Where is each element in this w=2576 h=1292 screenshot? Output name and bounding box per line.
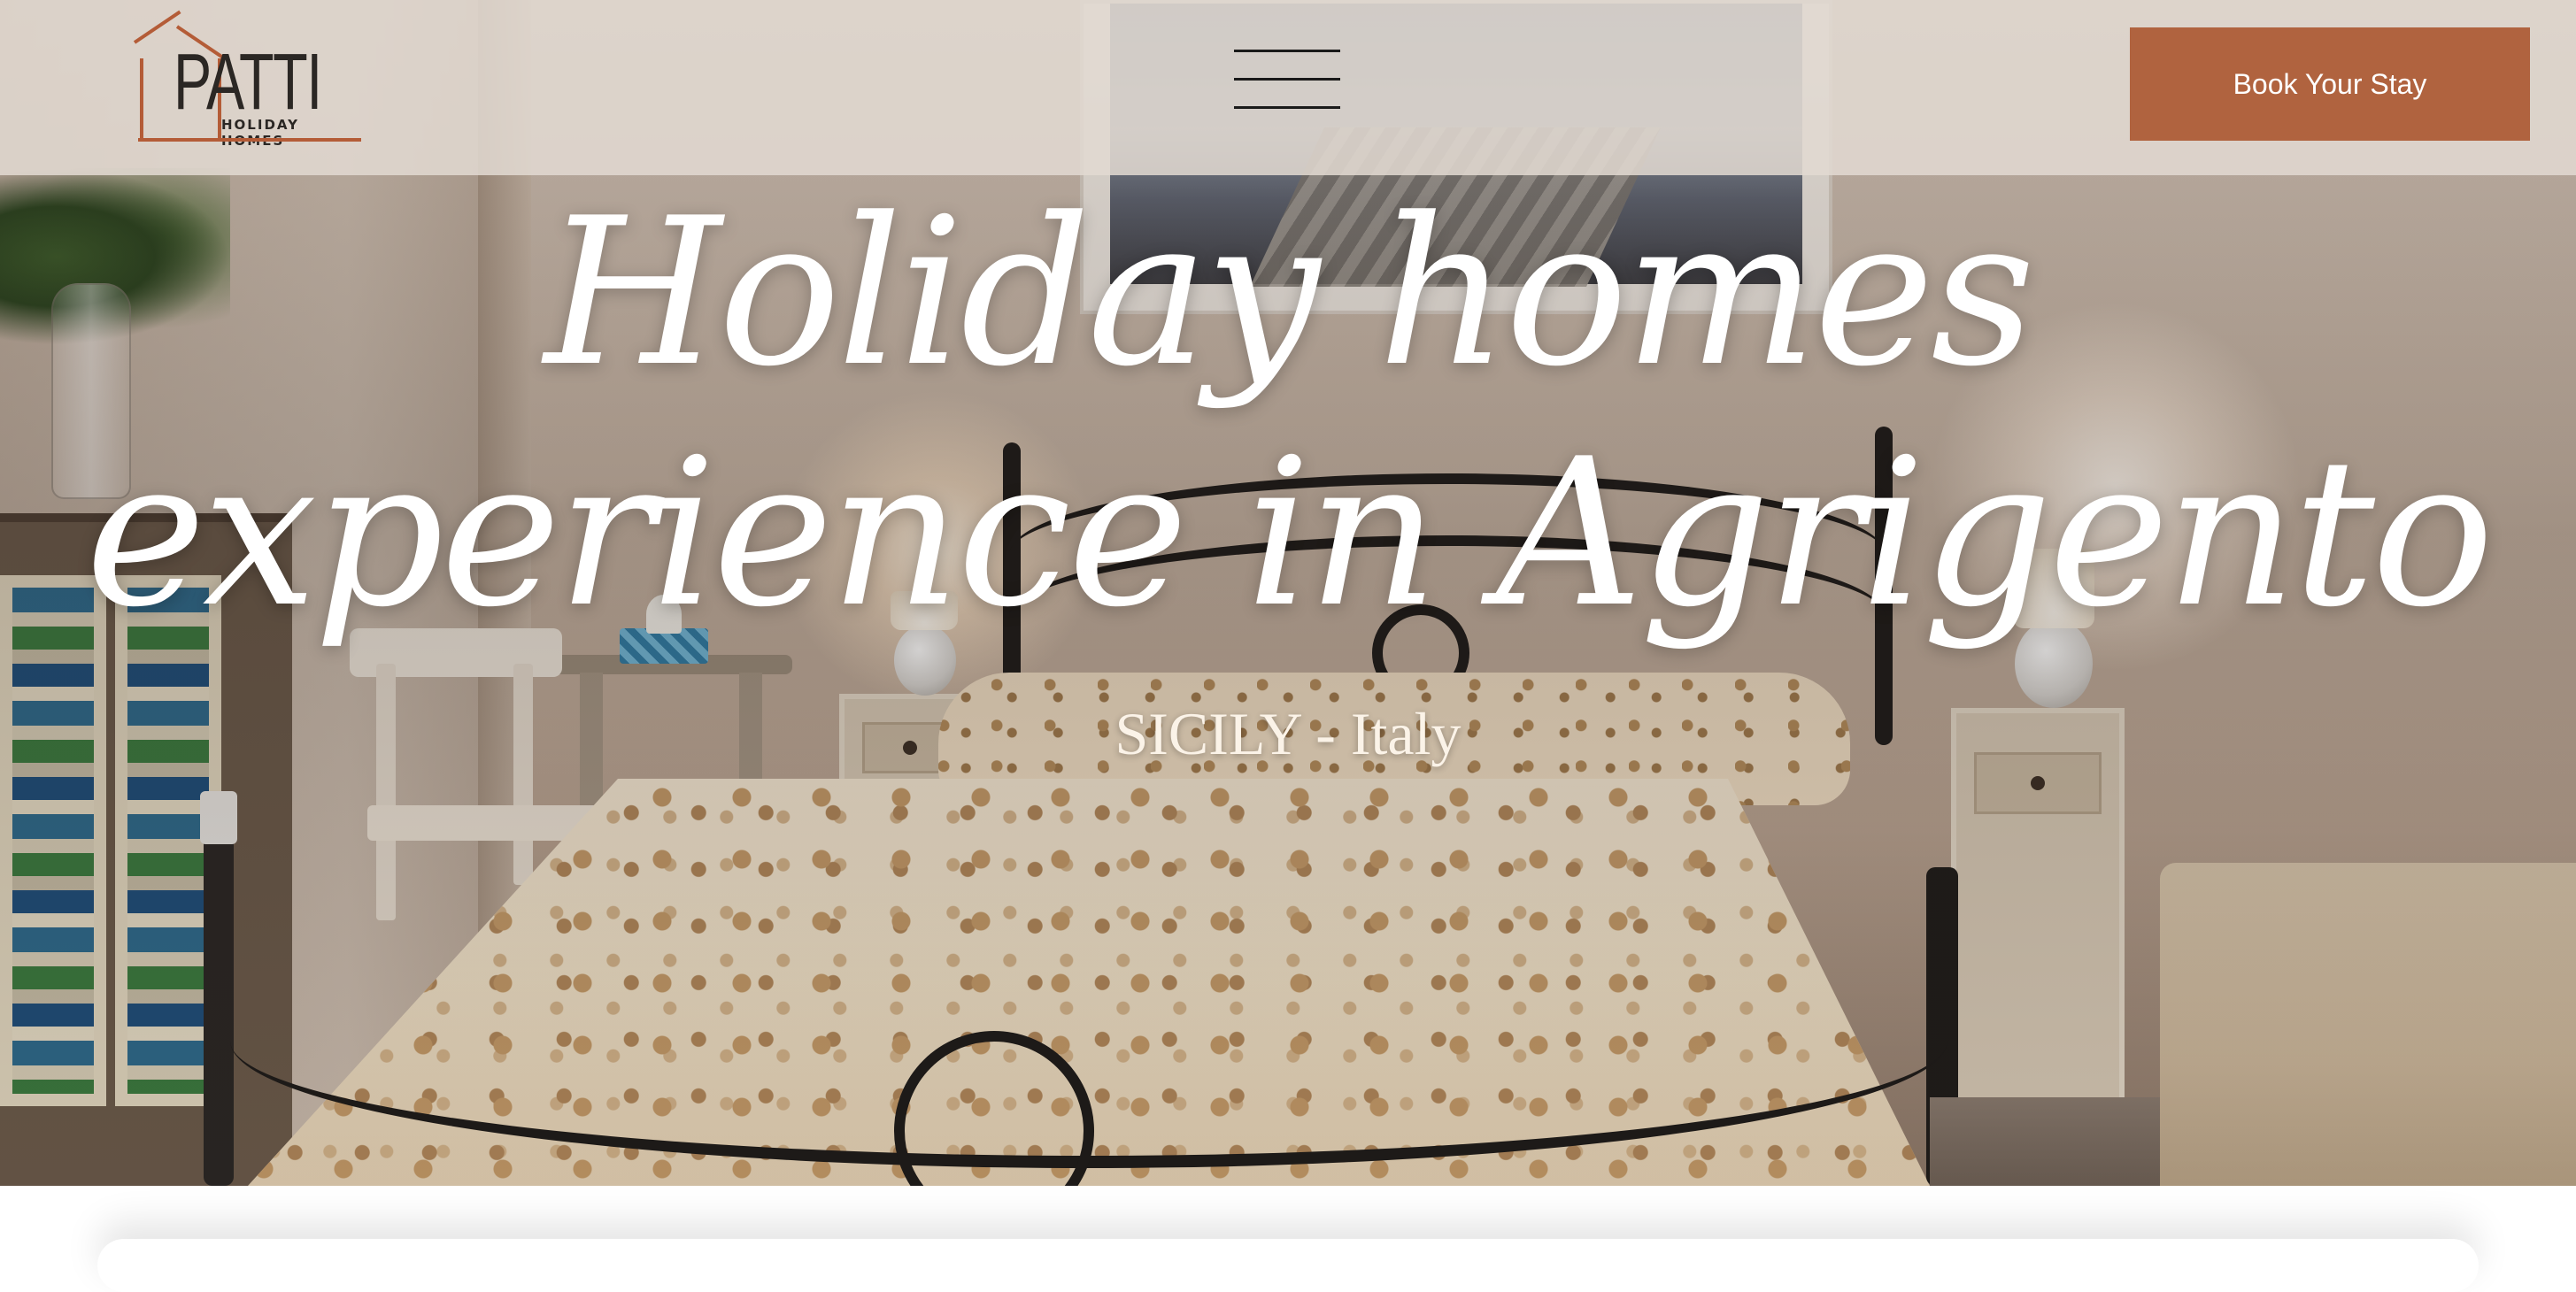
logo-underline — [138, 138, 361, 142]
content-card-shadow — [97, 1239, 2479, 1292]
hero-title-line-2: experience in Agrigento — [85, 416, 2495, 652]
logo-subtitle: HOLIDAY HOMES — [221, 117, 299, 149]
menu-line-top — [1234, 50, 1340, 52]
hero-title-line-1: Holiday homes — [544, 175, 2035, 411]
logo-wordmark: PATTI — [174, 38, 322, 127]
site-header: PATTI HOLIDAY HOMES Book Your Stay — [0, 0, 2576, 175]
hero-title: Holiday homes experience in Agrigento — [0, 173, 2576, 655]
site-logo[interactable]: PATTI HOLIDAY HOMES — [133, 10, 365, 149]
hero-subtitle: SICILY - Italy — [1114, 700, 1462, 767]
book-your-stay-button[interactable]: Book Your Stay — [2130, 27, 2530, 141]
hamburger-menu-icon[interactable] — [1234, 50, 1340, 110]
menu-line-middle — [1234, 78, 1340, 81]
menu-line-bottom — [1234, 106, 1340, 109]
content-card — [0, 1186, 2576, 1262]
